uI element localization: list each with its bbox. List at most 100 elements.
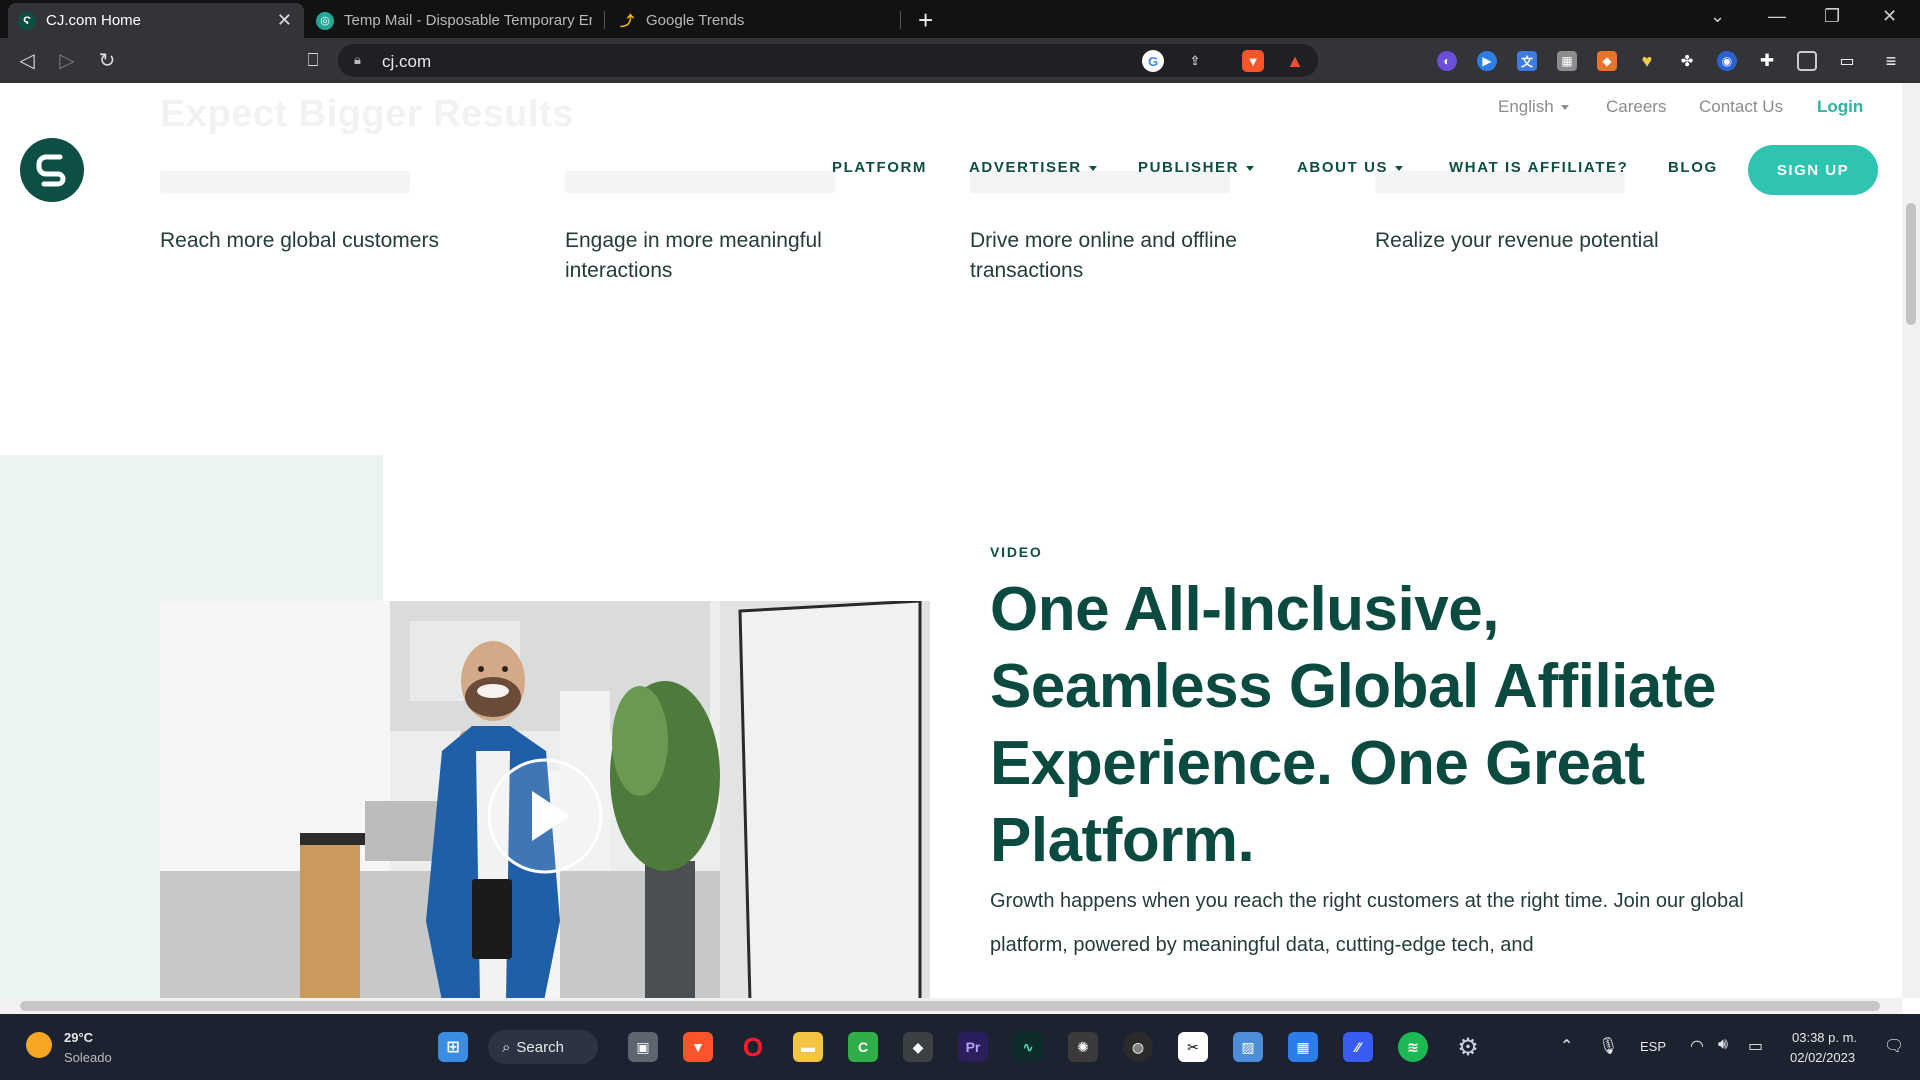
reload-icon[interactable]: ↻ [94,47,120,73]
browser-tab-strip: Ϛ CJ.com Home ✕ ◎ Temp Mail - Disposable… [0,0,1920,38]
photos-icon[interactable]: ▨ [1233,1032,1263,1062]
vertical-scrollbar[interactable] [1902,83,1920,998]
wifi-icon[interactable]: ◠ [1690,1036,1704,1056]
file-explorer-icon[interactable]: ▬ [793,1032,823,1062]
microsoft-store-icon[interactable]: ▦ [1288,1032,1318,1062]
share-icon[interactable]: ⇪ [1184,50,1206,72]
settings-gear-icon[interactable]: ⚙ [1453,1032,1483,1062]
davinci-resolve-icon[interactable]: ✺ [1068,1032,1098,1062]
menu-icon[interactable]: ≡ [1881,51,1901,71]
nav-blog[interactable]: BLOG [1668,159,1718,176]
capcut-icon[interactable]: ✂ [1178,1032,1208,1062]
careers-link[interactable]: Careers [1606,97,1666,117]
close-window-icon[interactable]: ✕ [1882,6,1897,27]
scrollbar-thumb[interactable] [1906,203,1916,325]
faded-subheading-placeholder [565,171,835,193]
nav-label: PUBLISHER [1138,159,1240,176]
extension-8-icon[interactable]: ◉ [1717,51,1737,71]
minimize-icon[interactable]: — [1768,6,1786,27]
extension-1-icon[interactable]: ◐ [1437,51,1457,71]
taskbar-search-box[interactable]: ⌕ Search [488,1030,598,1064]
microphone-icon[interactable]: 🎙︎ [1598,1036,1618,1056]
task-view-icon[interactable]: ▣ [628,1032,658,1062]
temp-mail-favicon-icon: ◎ [316,11,334,30]
back-icon[interactable]: ◁ [14,47,40,73]
benefit-text: Realize your revenue potential [1375,229,1659,252]
tab-cj-home[interactable]: Ϛ CJ.com Home ✕ [8,3,304,38]
cj-favicon-icon: Ϛ [18,11,36,30]
search-label: Search [516,1038,564,1056]
extension-6-icon[interactable]: ♥ [1637,51,1657,71]
scrollbar-thumb[interactable] [20,1001,1880,1011]
tab-divider [604,11,605,29]
app-blue-icon[interactable]: ⁄⁄ [1343,1032,1373,1062]
new-tab-button[interactable]: + [918,5,933,36]
url-text: cj.com [382,52,432,71]
windows-taskbar: 29°C Soleado ⊞ ⌕ Search ▣ ▼ O ▬ C ◆ Pr ∿… [0,1014,1920,1080]
unity-icon[interactable]: ◆ [903,1032,933,1062]
cj-logo-icon [36,154,66,187]
search-icon: ⌕ [502,1038,511,1056]
nav-what-is-affiliate[interactable]: WHAT IS AFFILIATE? [1449,159,1628,176]
chevron-down-icon [1560,105,1569,111]
lock-icon: 🔒︎ [354,52,361,67]
login-link[interactable]: Login [1817,97,1863,117]
clock-date[interactable]: 02/02/2023 [1790,1050,1855,1065]
camtasia-icon[interactable]: C [848,1032,878,1062]
nav-platform[interactable]: PLATFORM [832,159,927,176]
tab-temp-mail[interactable]: ◎ Temp Mail - Disposable Temporary Em [306,3,602,38]
bookmark-icon[interactable]: ⎕ [300,47,326,73]
extension-2-icon[interactable]: ▶ [1477,51,1497,71]
tab-google-trends[interactable]: ⤴ Google Trends [608,3,898,38]
page-viewport: Expect Bigger Results English Careers Co… [0,83,1902,998]
spotify-icon[interactable]: ≋ [1398,1032,1428,1062]
nav-advertiser[interactable]: ADVERTISER [969,159,1097,176]
nav-label: ADVERTISER [969,159,1082,176]
tab-search-chevron-icon[interactable]: ⌄ [1710,6,1725,27]
nav-publisher[interactable]: PUBLISHER [1138,159,1255,176]
section-body-text: Growth happens when you reach the right … [990,890,1744,956]
extensions-puzzle-icon[interactable]: ✚ [1757,51,1777,71]
trends-favicon-icon: ⤴ [620,12,634,29]
battery-icon[interactable]: ▭ [1748,1036,1763,1056]
brave-browser-icon[interactable]: ▼ [683,1032,713,1062]
close-tab-icon[interactable]: ✕ [277,10,292,31]
google-icon[interactable]: G [1142,50,1164,72]
clock-time[interactable]: 03:38 p. m. [1792,1030,1857,1045]
sidebar-toggle-icon[interactable] [1797,51,1817,71]
start-windows-icon[interactable]: ⊞ [438,1032,468,1062]
weather-sun-icon[interactable] [26,1032,52,1058]
office-scene-image [160,601,930,998]
tray-overflow-chevron-icon[interactable]: ⌃ [1560,1036,1573,1056]
nav-about-us[interactable]: ABOUT US [1297,159,1404,176]
notifications-icon[interactable]: 🗨︎ [1884,1036,1904,1056]
weather-temperature: 29°C [64,1030,94,1045]
sign-up-button[interactable]: SIGN UP [1748,145,1878,195]
benefit-text: Drive more online and offline transactio… [970,229,1237,282]
obs-icon[interactable]: ◍ [1123,1032,1153,1062]
brave-shields-icon[interactable]: ▼ [1242,50,1264,72]
video-thumbnail[interactable] [160,601,930,998]
section-eyebrow: VIDEO [990,544,1043,560]
address-bar[interactable]: 🔒︎ cj.com G ⇪ ▼ ▲ [338,44,1318,77]
volume-icon[interactable]: 🔊︎ [1718,1036,1728,1054]
brave-rewards-icon[interactable]: ▲ [1284,50,1306,72]
wave-app-icon[interactable]: ∿ [1013,1032,1043,1062]
extension-5-icon[interactable]: ◆ [1597,51,1617,71]
contact-us-link[interactable]: Contact Us [1699,97,1783,117]
benefit-text: Reach more global customers [160,229,439,252]
tab-divider [900,11,901,29]
input-language[interactable]: ESP [1640,1039,1666,1054]
weather-description: Soleado [64,1050,112,1065]
cj-logo[interactable] [20,138,84,202]
opera-icon[interactable]: O [738,1032,768,1062]
maximize-icon[interactable]: ❐ [1824,6,1840,27]
extension-4-icon[interactable]: ▦ [1557,51,1577,71]
wallet-icon[interactable]: ▭ [1837,51,1857,71]
horizontal-scrollbar[interactable] [0,998,1902,1014]
language-selector[interactable]: English [1498,97,1569,117]
forward-icon[interactable]: ▷ [54,47,80,73]
extension-7-icon[interactable]: ✤ [1677,51,1697,71]
premiere-pro-icon[interactable]: Pr [958,1032,988,1062]
translate-extension-icon[interactable]: 文 [1517,51,1537,71]
